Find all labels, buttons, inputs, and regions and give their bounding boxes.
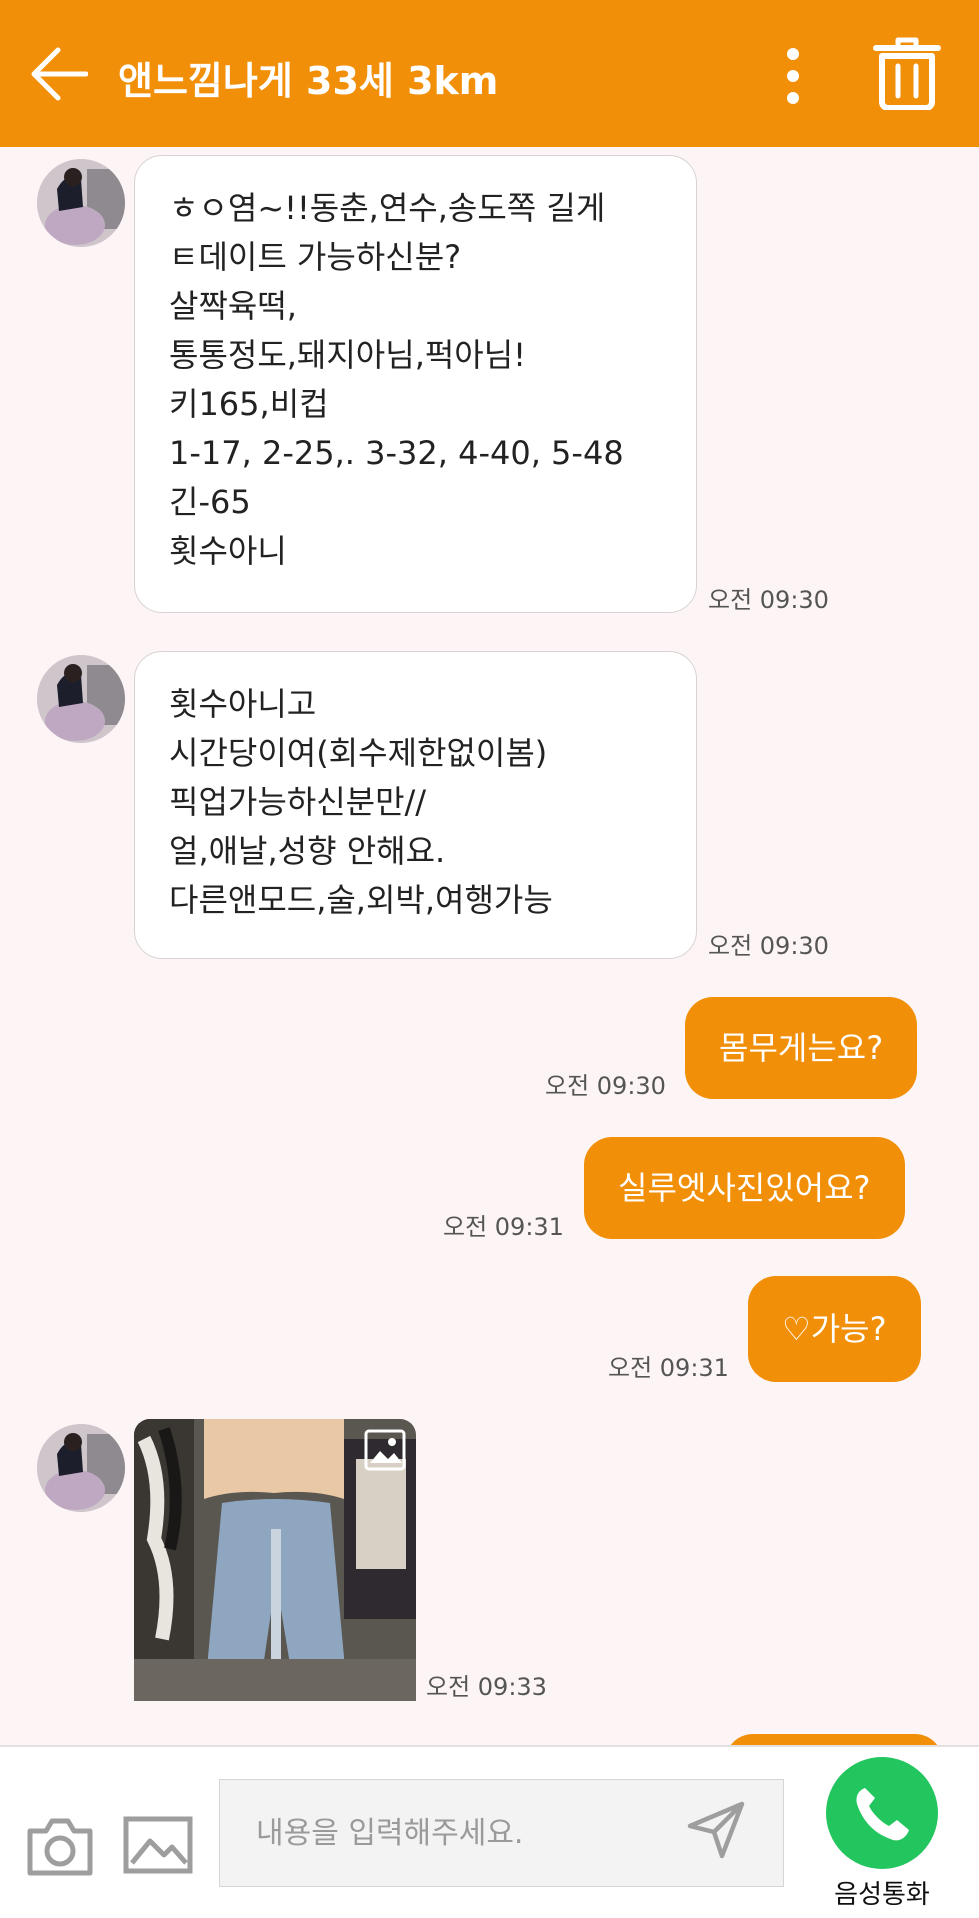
voice-call-button[interactable] (826, 1757, 938, 1869)
message-line: 1-17, 2-25,. 3-32, 4-40, 5-48 (169, 434, 624, 472)
message-line: 키165,비컵 (169, 385, 329, 423)
avatar[interactable] (37, 1424, 125, 1512)
message-line: 긴-65 (169, 483, 251, 521)
phone-icon (856, 1788, 909, 1841)
voice-call-label: 음성통화 (834, 1880, 930, 1910)
send-button[interactable] (686, 1800, 746, 1860)
incoming-message-bubble: 횟수아니고 시간당이여(회수제한없이봄) 픽업가능하신분만// 얼,애날,성향 … (134, 651, 697, 959)
image-icon (123, 1816, 193, 1874)
message-line: ㅌ데이트 가능하신분? (169, 238, 462, 276)
send-icon (687, 1801, 745, 1859)
trash-icon (873, 37, 941, 111)
message-timestamp: 오전 09:30 (708, 932, 829, 960)
message-line: 횟수아니 (169, 532, 287, 570)
message-input[interactable] (256, 1815, 686, 1851)
delete-chat-button[interactable] (872, 36, 942, 111)
image-indicator-icon (364, 1429, 406, 1471)
message-line: ㅎㅇ염~!!동춘,연수,송도쪽 길게 (169, 189, 606, 227)
chat-header: 앤느낌나게 33세 3km (0, 0, 979, 147)
outgoing-message-bubble: 몸무게는요? (685, 997, 918, 1099)
outgoing-message-bubble: 실루엣사진있어요? (584, 1137, 905, 1239)
message-line: 횟수아니고 (169, 685, 317, 723)
message-line: 다른앤모드,술,외박,여행가능 (169, 881, 553, 919)
message-timestamp: 오전 09:33 (426, 1673, 547, 1701)
avatar[interactable] (37, 159, 125, 247)
avatar[interactable] (37, 655, 125, 743)
message-timestamp: 오전 09:31 (608, 1354, 729, 1382)
incoming-message-bubble: ㅎㅇ염~!!동춘,연수,송도쪽 길게 ㅌ데이트 가능하신분? 살짝육떡, 통통정… (134, 155, 697, 613)
message-line: 통통정도,돼지아님,퍽아님! (169, 336, 527, 374)
arrow-left-icon (31, 47, 89, 101)
camera-button[interactable] (24, 1813, 96, 1879)
camera-icon (27, 1818, 93, 1876)
more-vertical-icon (787, 48, 799, 104)
message-timestamp: 오전 09:31 (443, 1213, 564, 1241)
more-options-button[interactable] (775, 46, 811, 106)
message-line: 시간당이여(회수제한없이봄) (169, 734, 548, 772)
message-timestamp: 오전 09:30 (545, 1072, 666, 1100)
outgoing-message-bubble: ♡가능? (748, 1276, 921, 1382)
message-line: 살짝육떡, (169, 287, 297, 325)
back-button[interactable] (30, 46, 89, 102)
message-line: 얼,애날,성향 안해요. (169, 832, 446, 870)
message-line: 픽업가능하신분만// (169, 783, 427, 821)
chat-title: 앤느낌나게 33세 3km (118, 59, 499, 103)
message-timestamp: 오전 09:30 (708, 586, 829, 614)
gallery-button[interactable] (122, 1815, 194, 1875)
